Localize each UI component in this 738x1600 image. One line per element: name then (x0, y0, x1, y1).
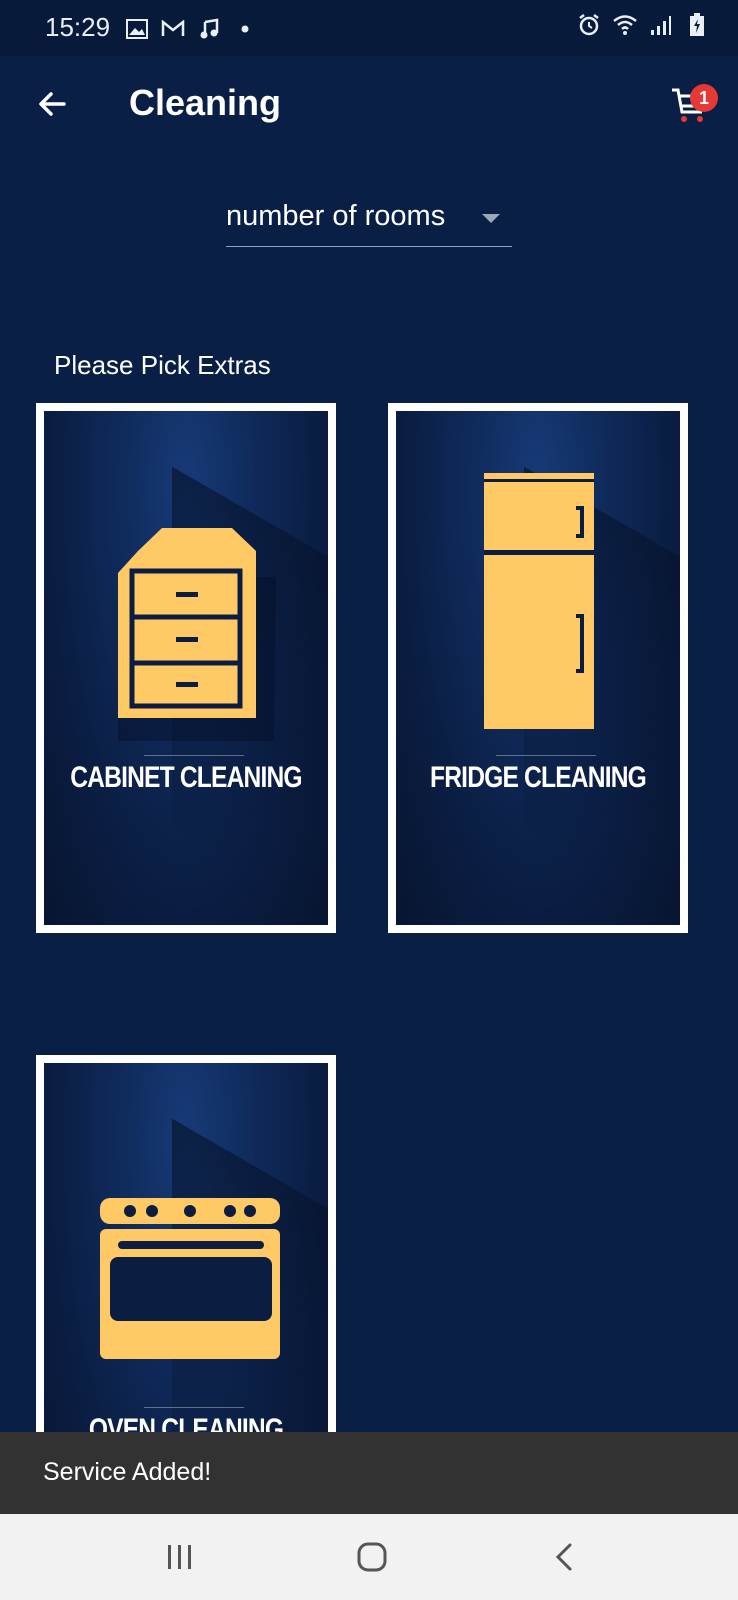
card-image: FRIDGE CLEANING (396, 411, 680, 925)
page-title: Cleaning (129, 82, 282, 123)
card-image: CABINET CLEANING (44, 411, 328, 925)
gmail-icon (160, 16, 186, 42)
rooms-dropdown[interactable]: number of rooms (226, 190, 512, 247)
nav-back-button[interactable] (534, 1534, 594, 1580)
card-title: CABINET CLEANING (70, 761, 302, 794)
dot-icon (232, 16, 258, 42)
card-divider (144, 1407, 244, 1408)
extra-card-fridge[interactable]: FRIDGE CLEANING (388, 403, 688, 933)
status-bar: 15:29 (0, 0, 738, 56)
rooms-dropdown-label: number of rooms (226, 200, 446, 232)
snackbar-message: Service Added! (43, 1458, 212, 1486)
back-chevron-icon (555, 1543, 572, 1571)
card-title: FRIDGE CLEANING (430, 761, 647, 794)
extras-heading: Please Pick Extras (54, 350, 271, 380)
status-time: 15:29 (45, 12, 111, 42)
home-icon (357, 1542, 387, 1572)
cabinet-icon (118, 528, 276, 741)
cart-button[interactable]: 1 (670, 82, 718, 126)
alarm-icon (576, 12, 602, 38)
recents-icon (168, 1545, 191, 1569)
system-nav-bar (0, 1514, 738, 1600)
battery-icon (684, 12, 710, 38)
card-divider (496, 755, 596, 756)
caret-down-icon (482, 214, 500, 223)
music-icon (196, 16, 222, 42)
arrow-left-icon (39, 92, 66, 116)
image-icon (124, 16, 150, 42)
signal-icon (648, 12, 674, 38)
card-divider (144, 755, 244, 756)
fridge-icon (484, 473, 594, 729)
snackbar: Service Added! (0, 1432, 738, 1514)
wifi-icon (612, 12, 638, 38)
back-button[interactable] (30, 82, 74, 126)
app-bar: Cleaning 1 (0, 56, 738, 156)
home-button[interactable] (342, 1534, 402, 1580)
cart-count-badge: 1 (690, 84, 718, 112)
status-left-icons (124, 16, 258, 42)
status-right-icons (576, 12, 710, 38)
extra-card-cabinet[interactable]: CABINET CLEANING (36, 403, 336, 933)
recents-button[interactable] (150, 1534, 210, 1580)
